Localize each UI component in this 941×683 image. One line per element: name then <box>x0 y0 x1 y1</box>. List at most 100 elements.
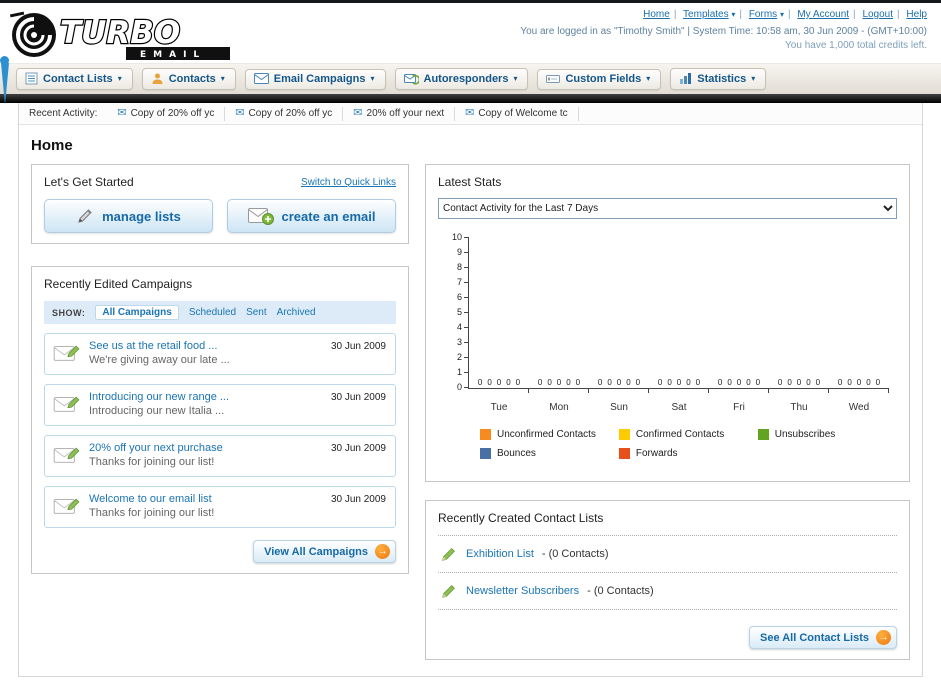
view-all-campaigns-button[interactable]: View All Campaigns → <box>253 540 396 563</box>
bar-value-labels: 00000 <box>778 378 820 387</box>
manage-lists-label: manage lists <box>102 208 181 224</box>
separator: | <box>739 9 743 20</box>
nav-tab-contacts[interactable]: Contacts ▾ <box>141 68 236 90</box>
campaign-title-link[interactable]: Introducing our new range ... <box>89 391 325 403</box>
bar-value-label: 0 <box>736 378 742 387</box>
turbo-email-logo: TURBO EMAIL <box>9 11 230 60</box>
bar-value-label: 0 <box>695 378 701 387</box>
email-campaigns-icon <box>253 73 269 84</box>
stats-filter-select[interactable]: Contact Activity for the Last 7 Days <box>438 198 897 219</box>
bar-value-labels: 00000 <box>838 378 880 387</box>
campaign-title-link[interactable]: 20% off your next purchase <box>89 442 325 454</box>
right-column: Latest Stats Contact Activity for the La… <box>425 164 910 660</box>
contact-list-item[interactable]: Exhibition List - (0 Contacts) <box>438 536 897 573</box>
recent-activity-item[interactable]: ✉ 20% off your next <box>343 106 456 121</box>
legend-swatch <box>480 429 491 440</box>
recent-campaigns-panel: Recently Edited Campaigns SHOW: All Camp… <box>31 266 409 574</box>
bar-value-label: 0 <box>556 378 562 387</box>
chart-plot: 00000000000000000000000000000000000 <box>468 237 889 393</box>
campaign-list-item[interactable]: See us at the retail food ... We're givi… <box>44 333 396 375</box>
nav-tab-statistics[interactable]: Statistics ▾ <box>670 68 767 90</box>
campaign-list-item[interactable]: Welcome to our email list Thanks for joi… <box>44 486 396 528</box>
chevron-down-icon: ▾ <box>220 74 225 83</box>
get-started-title: Let's Get Started <box>44 175 134 189</box>
chart-y-axis: 10 9 8 7 6 5 4 3 2 1 0 <box>438 232 468 392</box>
recent-activity-bar: Recent Activity: ✉ Copy of 20% off yc ✉ … <box>19 103 922 125</box>
legend-label: Confirmed Contacts <box>635 429 725 440</box>
bar-value-labels: 00000 <box>658 378 700 387</box>
manage-lists-button[interactable]: manage lists <box>44 199 213 233</box>
campaign-title-link[interactable]: See us at the retail food ... <box>89 340 325 352</box>
tab-scheduled[interactable]: Scheduled <box>189 307 236 318</box>
create-email-button[interactable]: create an email <box>227 199 396 233</box>
x-axis-label: Wed <box>848 402 870 413</box>
contact-list-name-link[interactable]: Exhibition List <box>466 548 534 560</box>
see-all-contact-lists-button[interactable]: See All Contact Lists → <box>748 626 897 649</box>
header: TURBO EMAIL Home | Templates ▾ | Forms ▾ | … <box>0 3 941 63</box>
nav-tab-autoresponders[interactable]: Autoresponders ▾ <box>394 68 529 90</box>
nav-tab-email-campaigns[interactable]: Email Campaigns ▾ <box>244 68 386 90</box>
bar-value-label: 0 <box>496 378 502 387</box>
columns: Let's Get Started Switch to Quick Links … <box>19 164 922 660</box>
recent-activity-item[interactable]: ✉ Copy of 20% off yc <box>107 106 226 121</box>
top-link-logout[interactable]: Logout <box>862 9 893 20</box>
nav-tab-label: Contacts <box>168 72 216 85</box>
bar-value-label: 0 <box>566 378 571 387</box>
switch-to-quick-links-link[interactable]: Switch to Quick Links <box>301 177 396 188</box>
nav-tab-contact-lists[interactable]: Contact Lists ▾ <box>16 68 133 90</box>
campaign-list-item[interactable]: Introducing our new range ... Introducin… <box>44 384 396 426</box>
chart-legend: Unconfirmed Contacts Confirmed Contacts Un… <box>480 429 897 467</box>
chart-x-labels: Tue Mon Sun Sat Fri Thu Wed <box>469 397 889 413</box>
campaign-subtitle: Thanks for joining our list! <box>89 507 215 519</box>
legend-item: Bounces <box>480 448 619 459</box>
tab-archived[interactable]: Archived <box>277 307 316 318</box>
bar-value-label: 0 <box>806 378 811 387</box>
bar-value-labels: 00000 <box>478 378 520 387</box>
top-link-my-account[interactable]: My Account <box>797 9 849 20</box>
bar-value-labels: 00000 <box>538 378 580 387</box>
y-axis-label: 5 <box>457 307 468 317</box>
x-axis-label: Mon <box>549 402 569 413</box>
contact-lists: Exhibition List - (0 Contacts) Newslette… <box>438 535 897 610</box>
chart-bar-group: 00000 <box>769 237 829 393</box>
tab-all-campaigns[interactable]: All Campaigns <box>95 305 179 320</box>
bar-value-label: 0 <box>515 378 521 387</box>
bar-value-label: 0 <box>657 378 663 387</box>
contact-list-count: - (0 Contacts) <box>587 585 654 597</box>
contact-list-item[interactable]: Newsletter Subscribers - (0 Contacts) <box>438 573 897 610</box>
chart-bar-group: 00000 <box>529 237 589 393</box>
bar-value-label: 0 <box>866 378 871 387</box>
campaign-title-link[interactable]: Welcome to our email list <box>89 493 325 505</box>
campaign-date: 30 Jun 2009 <box>330 494 386 505</box>
campaign-date: 30 Jun 2009 <box>330 443 386 454</box>
legend-item: Unconfirmed Contacts <box>480 429 619 440</box>
bar-value-label: 0 <box>547 378 552 387</box>
contact-lists-panel: Recently Created Contact Lists Exhibitio… <box>425 500 910 660</box>
recent-activity-label: Recent Activity: <box>29 108 98 119</box>
recent-activity-item[interactable]: ✉ Copy of 20% off yc <box>225 106 344 121</box>
tab-sent[interactable]: Sent <box>246 307 267 318</box>
top-link-help[interactable]: Help <box>906 9 927 20</box>
recent-activity-item-label: Copy of 20% off yc <box>130 108 215 119</box>
y-axis-label: 6 <box>457 292 468 302</box>
separator: | <box>787 9 791 20</box>
top-link-forms[interactable]: Forms <box>749 9 777 20</box>
bar-value-label: 0 <box>616 378 622 387</box>
bar-value-label: 0 <box>755 378 761 387</box>
recent-activity-item[interactable]: ✉ Copy of Welcome tc <box>455 106 579 121</box>
campaign-edit-icon <box>53 495 81 522</box>
top-link-home[interactable]: Home <box>643 9 670 20</box>
campaign-list-item[interactable]: 20% off your next purchase Thanks for jo… <box>44 435 396 477</box>
bar-value-label: 0 <box>787 378 792 387</box>
legend-swatch <box>480 448 491 459</box>
legend-swatch <box>618 429 630 440</box>
bar-value-label: 0 <box>487 378 492 387</box>
recent-activity-item-label: Copy of Welcome tc <box>478 108 568 119</box>
contact-list-name-link[interactable]: Newsletter Subscribers <box>466 585 579 597</box>
chevron-down-icon: ▾ <box>731 10 736 19</box>
chevron-down-icon: ▾ <box>370 74 375 83</box>
nav-tab-custom-fields[interactable]: Custom Fields ▾ <box>537 68 662 90</box>
campaign-subtitle: Thanks for joining our list! <box>89 456 215 468</box>
pencil-icon <box>78 209 92 223</box>
top-link-templates[interactable]: Templates <box>683 9 729 20</box>
